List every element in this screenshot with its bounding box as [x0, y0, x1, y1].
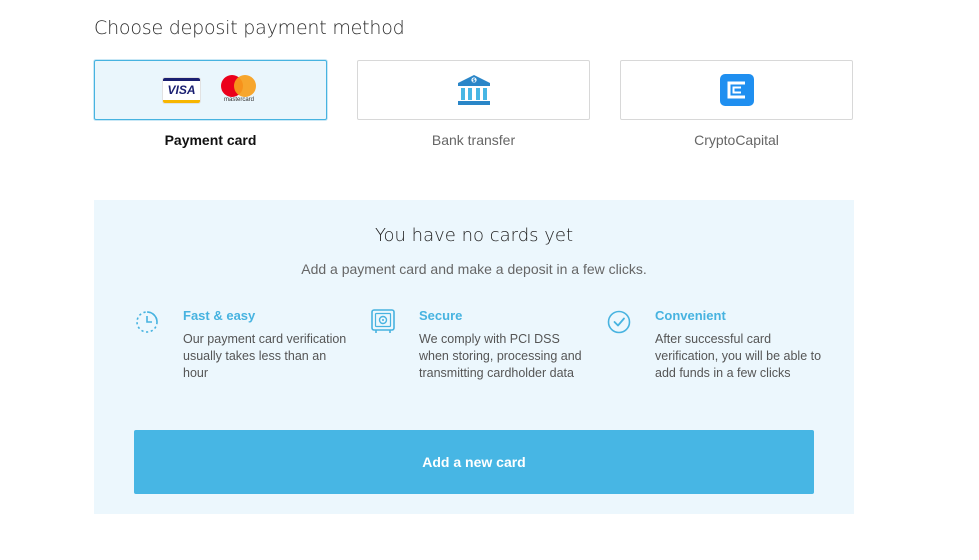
feature-text: Our payment card verification usually ta…: [183, 332, 347, 380]
clock-icon: [136, 311, 158, 333]
cryptocapital-icon: [719, 74, 754, 106]
feature-text: After successful card verification, you …: [655, 332, 822, 380]
visa-logo-text: VISA: [167, 82, 196, 97]
bank-transfer-label[interactable]: Bank transfer: [357, 132, 590, 148]
payment-card-label[interactable]: Payment card: [94, 132, 327, 148]
cryptocapital-label[interactable]: CryptoCapital: [620, 132, 853, 148]
feature-title: Secure: [419, 308, 463, 323]
panel-subtitle: Add a payment card and make a deposit in…: [301, 261, 647, 277]
feature-title: Fast & easy: [183, 308, 256, 323]
cryptocapital-option[interactable]: [620, 60, 853, 120]
mastercard-icon: mastercard: [220, 75, 258, 105]
visa-icon: VISA: [163, 77, 200, 103]
deposit-page: Choose deposit payment method VISA maste…: [0, 0, 979, 560]
feature-title: Convenient: [655, 308, 726, 323]
page-title: Choose deposit payment method: [94, 17, 405, 39]
no-cards-panel: You have no cards yet Add a payment card…: [94, 200, 854, 514]
svg-text:$: $: [472, 78, 476, 84]
mastercard-logo-text: mastercard: [223, 97, 254, 103]
bank-transfer-option[interactable]: $: [357, 60, 590, 120]
safe-icon: [371, 309, 395, 333]
bank-icon: $: [457, 75, 490, 105]
feature-text: We comply with PCI DSS when storing, pro…: [419, 332, 582, 380]
add-new-card-button[interactable]: Add a new card: [134, 430, 814, 494]
panel-title: You have no cards yet: [374, 225, 574, 246]
payment-card-option[interactable]: VISA mastercard: [94, 60, 327, 120]
check-circle-icon: [607, 310, 631, 334]
